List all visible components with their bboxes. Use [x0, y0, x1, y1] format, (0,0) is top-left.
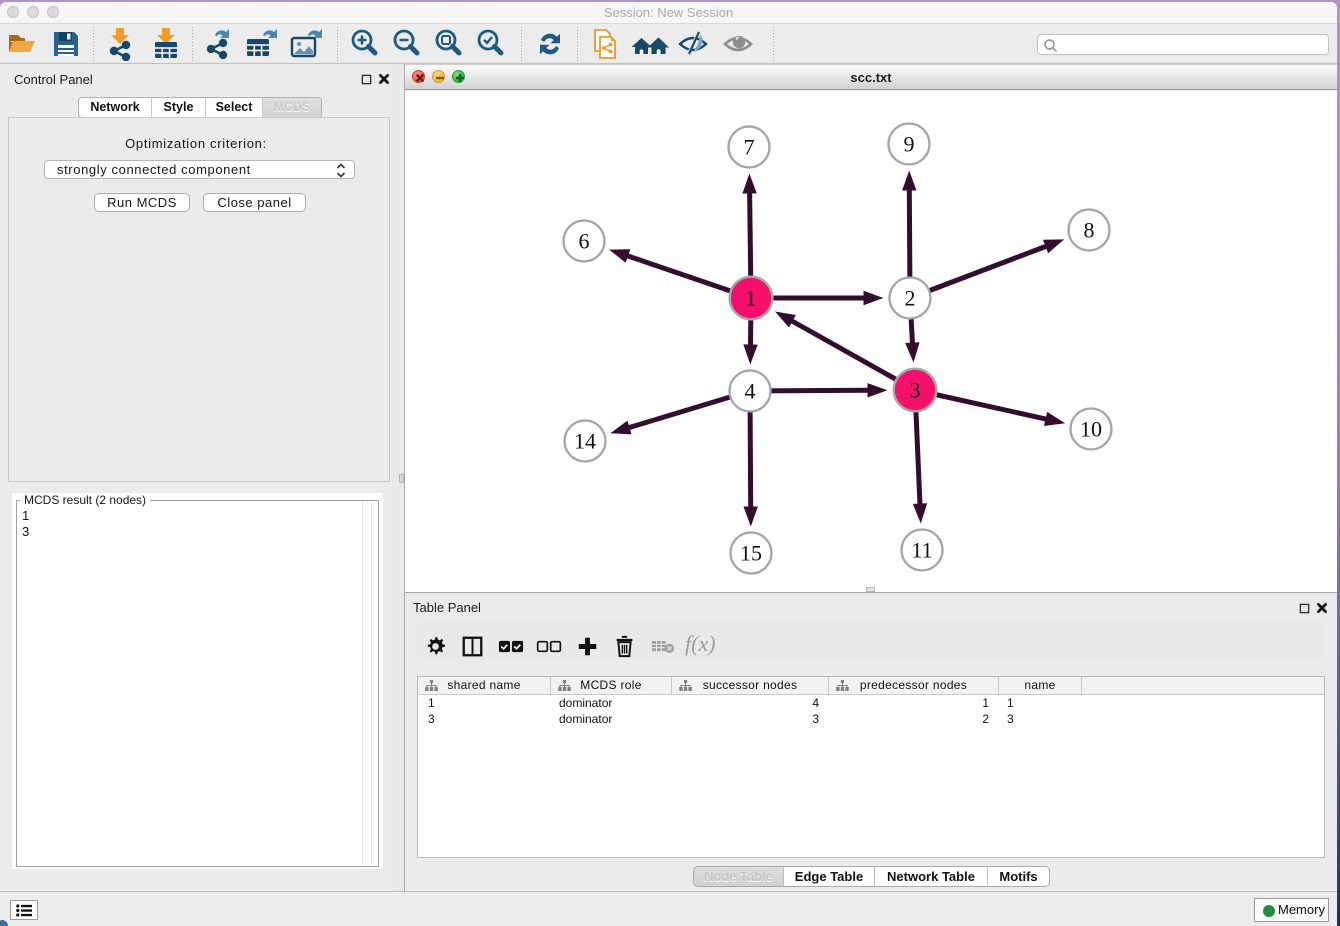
- svg-text:1: 1: [746, 286, 757, 311]
- svg-text:10: 10: [1080, 417, 1102, 442]
- svg-text:8: 8: [1084, 218, 1095, 243]
- svg-text:15: 15: [740, 541, 762, 566]
- svg-text:11: 11: [911, 538, 932, 563]
- svg-text:2: 2: [905, 286, 916, 311]
- svg-text:9: 9: [904, 132, 915, 157]
- svg-text:6: 6: [579, 229, 590, 254]
- svg-text:4: 4: [745, 379, 756, 404]
- svg-text:14: 14: [574, 429, 596, 454]
- svg-text:3: 3: [910, 378, 921, 403]
- svg-text:7: 7: [744, 135, 755, 160]
